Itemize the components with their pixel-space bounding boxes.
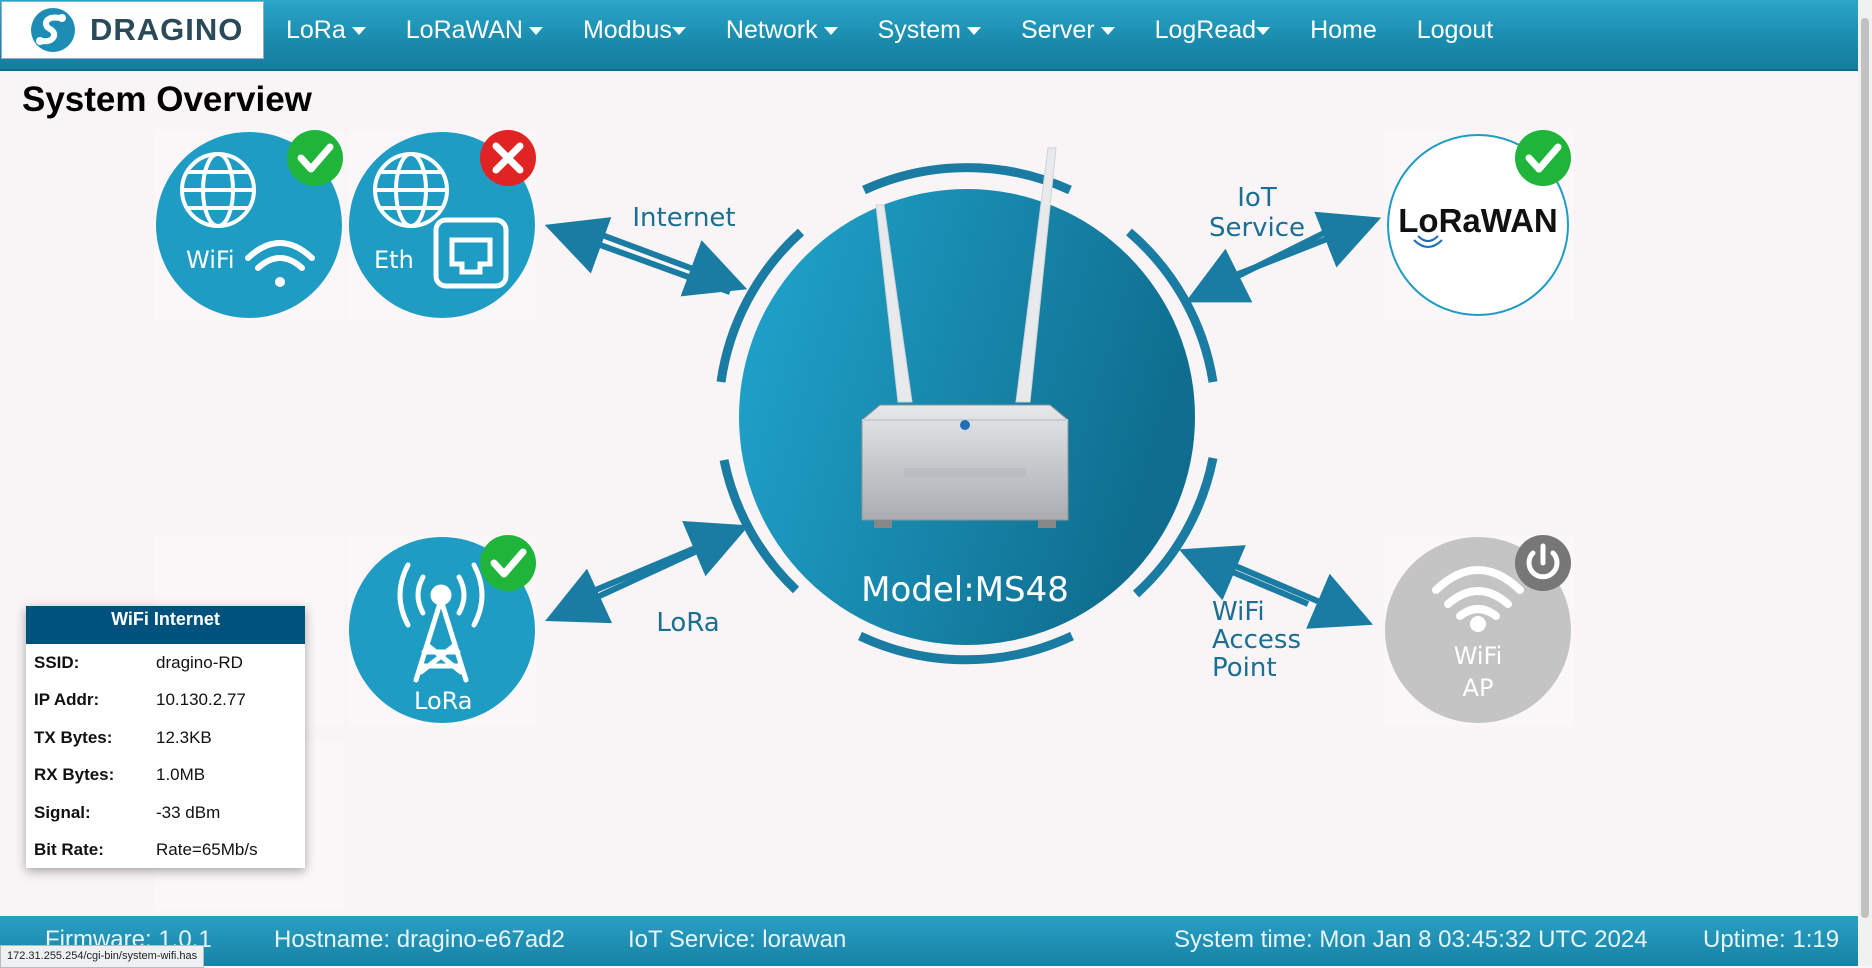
lorawan-logo-text: LoRaWAN (1398, 202, 1558, 239)
gateway-hub: Model:MS48 (716, 147, 1218, 665)
check-icon (287, 130, 343, 186)
check-icon (1515, 130, 1571, 186)
table-row: TX Bytes: 12.3KB (34, 719, 258, 757)
ap-arrow-label-line1: WiFi (1212, 597, 1265, 627)
internet-link-arrow (544, 217, 748, 297)
row-label: RX Bytes: (34, 765, 115, 785)
row-label: TX Bytes: (34, 727, 113, 747)
iot-arrow-label-line2: Service (1209, 213, 1305, 243)
wifi-ap-label-line2: AP (1463, 674, 1494, 702)
wifi-panel-title: WiFi Internet (26, 606, 305, 644)
eth-label: Eth (374, 246, 414, 274)
row-label: IP Addr: (34, 690, 100, 710)
lora-label: LoRa (414, 687, 473, 715)
eth-status-tile[interactable]: Eth (347, 130, 537, 320)
row-value: 10.130.2.77 (156, 690, 246, 710)
lorawan-status-tile[interactable]: LoRaWAN (1384, 130, 1574, 320)
lora-status-tile[interactable]: LoRa (347, 535, 537, 726)
iot-arrow-label-line1: IoT (1237, 183, 1277, 213)
lora-arrow-label: LoRa (656, 608, 719, 638)
wifi-info-table: SSID: dragino-RD IP Addr: 10.130.2.77 TX B… (34, 644, 258, 869)
status-footer: Firmware: 1.0.1 Hostname: dragino-e67ad2… (0, 916, 1858, 966)
system-time: System time: Mon Jan 8 03:45:32 UTC 2024 (1174, 926, 1648, 953)
table-row: Signal: -33 dBm (34, 794, 258, 832)
check-icon (480, 535, 536, 591)
ap-arrow-label-line3: Point (1212, 653, 1277, 683)
table-row: IP Addr: 10.130.2.77 (34, 682, 258, 720)
row-value: -33 dBm (156, 802, 221, 822)
row-value: dragino-RD (156, 652, 243, 672)
power-off-icon (1515, 535, 1571, 591)
model-label: Model:MS48 (861, 570, 1069, 610)
uptime: Uptime: 1:19 (1703, 926, 1840, 953)
scrollbar-thumb[interactable] (1861, 18, 1869, 918)
wifi-ap-status-tile[interactable]: WiFi AP (1384, 535, 1574, 726)
error-x-icon (480, 130, 536, 186)
router-device-image (861, 404, 1069, 528)
table-row: SSID: dragino-RD (34, 644, 258, 682)
link-status-url: 172.31.255.254/cgi-bin/system-wifi.has (0, 945, 205, 968)
table-row: Bit Rate: Rate=65Mb/s (34, 832, 258, 870)
wifi-label: WiFi (186, 246, 235, 274)
row-label: Bit Rate: (34, 840, 104, 860)
row-value: 12.3KB (156, 727, 212, 747)
table-row: RX Bytes: 1.0MB (34, 757, 258, 795)
internet-arrow-label: Internet (632, 203, 735, 233)
row-value: 1.0MB (156, 765, 206, 785)
iot-service: IoT Service: lorawan (628, 926, 847, 953)
lora-link-arrow (545, 520, 750, 624)
row-label: Signal: (34, 802, 91, 822)
hostname: Hostname: dragino-e67ad2 (274, 926, 565, 953)
row-value: Rate=65Mb/s (156, 840, 258, 860)
wifi-internet-panel: WiFi Internet SSID: dragino-RD IP Addr: 10… (26, 606, 305, 868)
wifi-status-tile[interactable]: WiFi (154, 130, 344, 320)
ap-arrow-label-line2: Access (1212, 625, 1301, 655)
row-label: SSID: (34, 652, 80, 672)
wifi-ap-label-line1: WiFi (1454, 642, 1503, 670)
vertical-scrollbar[interactable] (1858, 0, 1872, 966)
